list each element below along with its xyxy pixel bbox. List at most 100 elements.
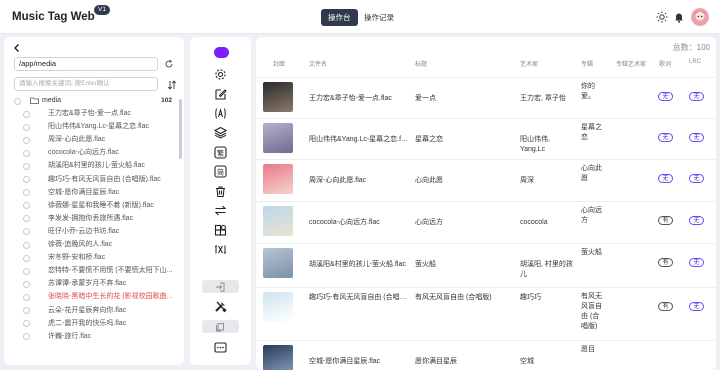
table-row[interactable]: 胡溪阳&村里的孩儿-萤火船.flac 萤火船 胡溪阳, 村里的孩儿 萤火船有无 bbox=[256, 243, 716, 285]
col-header-lrc[interactable]: LRC bbox=[689, 59, 701, 65]
search-input[interactable]: 请输入搜索关键词, 按Enter确认 bbox=[14, 77, 158, 91]
lrc-badge[interactable]: 无 bbox=[689, 92, 704, 101]
lyrics-badge[interactable]: 有 bbox=[658, 216, 673, 225]
file-row[interactable]: 周深-心向此愿.flac bbox=[4, 133, 178, 146]
table-row[interactable]: 趣巧巧-有风无风盲自由 (合唱版).flac 有风无风盲自由 (合唱版) 趣巧巧 有风… bbox=[256, 287, 716, 330]
login-button[interactable] bbox=[202, 280, 239, 293]
file-row[interactable]: 宋冬野-安和桥.flac bbox=[4, 251, 178, 264]
file-row[interactable]: 许巍-旅行.flac bbox=[4, 330, 178, 343]
path-input[interactable]: /app/media bbox=[14, 57, 158, 71]
file-checkbox[interactable] bbox=[23, 228, 30, 236]
cell-filename: 趣巧巧-有风无风盲自由 (合唱版).flac bbox=[309, 294, 409, 301]
file-row[interactable]: 王力宏&章子怡-爱一点.flac bbox=[4, 107, 178, 120]
album-cover bbox=[263, 82, 293, 112]
file-checkbox[interactable] bbox=[23, 123, 30, 131]
lyrics-badge[interactable]: 有 bbox=[658, 258, 673, 267]
scrollbar[interactable] bbox=[179, 99, 182, 159]
tools-icon[interactable] bbox=[214, 300, 227, 313]
file-row[interactable]: 苏谭谭-承蒙岁月不弃.flac bbox=[4, 277, 178, 290]
file-row[interactable]: 空城-愿你满目星辰.flac bbox=[4, 186, 178, 199]
copy-button[interactable] bbox=[202, 320, 239, 333]
table-row[interactable]: 王力宏&章子怡-爱一点.flac 爱一点 王力宏, 章子怡 你的爱。无 无 bbox=[256, 77, 716, 119]
col-header-lyrics[interactable]: 歌词 bbox=[659, 59, 671, 68]
puzzle-icon[interactable] bbox=[214, 224, 227, 237]
chevron-left-icon[interactable] bbox=[12, 43, 22, 53]
file-row[interactable]: 云朵-花开星辰奔向你.flac bbox=[4, 304, 178, 317]
lrc-badge[interactable]: 无 bbox=[689, 258, 704, 267]
file-checkbox[interactable] bbox=[23, 202, 30, 210]
file-name: 趣巧巧-有风无风盲自由 (合唱版).flac bbox=[48, 175, 161, 183]
file-checkbox[interactable] bbox=[23, 293, 30, 301]
lrc-badge[interactable]: 无 bbox=[689, 174, 704, 183]
refresh-icon[interactable] bbox=[164, 59, 174, 69]
file-checkbox[interactable] bbox=[23, 136, 30, 144]
translate-icon[interactable] bbox=[214, 243, 227, 256]
lrc-badge[interactable]: 无 bbox=[689, 133, 704, 142]
bell-icon[interactable] bbox=[673, 11, 685, 23]
lyrics-badge[interactable]: 无 bbox=[658, 174, 673, 183]
table-row[interactable]: 阳山伟伟&Yang.Lc-星幕之恋.flac 星幕之恋 阳山伟伟, Yang.Lc 星… bbox=[256, 118, 716, 160]
file-row[interactable]: 胡溪阳&村里的孩儿-萤火船.flac bbox=[4, 159, 178, 172]
file-name: 张晓晓-黑暗中生长的花 (影视校园歌曲... bbox=[48, 293, 172, 301]
lyrics-badge[interactable]: 有 bbox=[658, 302, 673, 311]
folder-name: media bbox=[42, 97, 62, 104]
file-row[interactable]: 恋特特-不要慌不用慌 (不要慌太阳下山... bbox=[4, 264, 178, 277]
file-checkbox[interactable] bbox=[23, 215, 30, 223]
simplified-chinese-icon[interactable]: 简 bbox=[214, 165, 227, 178]
layers-icon[interactable] bbox=[214, 126, 227, 139]
traditional-chinese-icon[interactable]: 繁 bbox=[214, 146, 227, 159]
file-checkbox[interactable] bbox=[23, 189, 30, 197]
tab-history[interactable]: 操作记录 bbox=[357, 9, 401, 26]
folder-row[interactable]: media 102 bbox=[4, 94, 178, 107]
svg-text:繁: 繁 bbox=[217, 148, 224, 157]
file-row[interactable]: 徐薇-追晚风的人.flac bbox=[4, 238, 178, 251]
file-row[interactable]: 徐薇娜-星星和我睡不着 (新版).flac bbox=[4, 199, 178, 212]
swap-icon[interactable] bbox=[214, 204, 227, 217]
edit-icon[interactable] bbox=[214, 88, 227, 101]
version-badge: V1 bbox=[94, 5, 110, 15]
cell-artist: 阳山伟伟, Yang.Lc bbox=[520, 136, 550, 153]
file-name: 恋特特-不要慌不用慌 (不要慌太阳下山... bbox=[48, 267, 172, 275]
settings-icon[interactable] bbox=[214, 68, 227, 81]
file-checkbox[interactable] bbox=[23, 267, 30, 275]
file-checkbox[interactable] bbox=[23, 333, 30, 341]
text-format-icon[interactable] bbox=[214, 107, 227, 120]
col-header-title[interactable]: 标题 bbox=[415, 59, 427, 68]
sort-icon[interactable] bbox=[167, 80, 177, 90]
file-row[interactable]: 李发发-拥抱你丢旅所遇.flac bbox=[4, 212, 178, 225]
avatar[interactable] bbox=[691, 8, 709, 26]
col-header-artist[interactable]: 艺术家 bbox=[520, 59, 538, 68]
file-checkbox[interactable] bbox=[23, 254, 30, 262]
lyrics-badge[interactable]: 无 bbox=[658, 92, 673, 101]
folder-checkbox[interactable] bbox=[14, 97, 21, 105]
file-checkbox[interactable] bbox=[23, 110, 30, 118]
album-cover bbox=[263, 123, 293, 153]
file-checkbox[interactable] bbox=[23, 241, 30, 249]
file-checkbox[interactable] bbox=[23, 162, 30, 170]
file-row[interactable]: cococola-心向远方.flac bbox=[4, 146, 178, 159]
more-icon[interactable] bbox=[214, 341, 227, 354]
table-row[interactable]: 周深-心向此愿.flac 心向此愿 周深 心向此愿无无 bbox=[256, 159, 716, 201]
col-header-filename[interactable]: 文件名 bbox=[309, 59, 327, 68]
col-header-album[interactable]: 专辑 bbox=[581, 59, 593, 68]
table-row[interactable]: cococola-心向远方.flac 心向远方 cococola 心向远方有无 bbox=[256, 201, 716, 243]
file-row[interactable]: 旺仔小乔-云边书坊.flac bbox=[4, 225, 178, 238]
col-header-album-artist[interactable]: 专辑艺术家 bbox=[616, 59, 646, 68]
lyrics-badge[interactable]: 无 bbox=[658, 133, 673, 142]
file-row[interactable]: 阳山伟伟&Yang.Lc-星幕之恋.flac bbox=[4, 120, 178, 133]
lrc-badge[interactable]: 无 bbox=[689, 216, 704, 225]
trash-icon[interactable] bbox=[214, 185, 227, 198]
file-row[interactable]: 张晓晓-黑暗中生长的花 (影视校园歌曲... bbox=[4, 290, 178, 303]
file-row[interactable]: 虎二-震开我的快乐吗.flac bbox=[4, 317, 178, 330]
file-checkbox[interactable] bbox=[23, 280, 30, 288]
table-row[interactable]: 空城-愿你满目星辰.flac 愿你满目星辰 空城 愿目 bbox=[256, 340, 716, 370]
file-checkbox[interactable] bbox=[23, 149, 30, 157]
action-toolbar: 繁 简 bbox=[190, 37, 251, 365]
file-checkbox[interactable] bbox=[23, 320, 30, 328]
lrc-badge[interactable]: 无 bbox=[689, 302, 704, 311]
file-checkbox[interactable] bbox=[23, 307, 30, 314]
file-checkbox[interactable] bbox=[23, 176, 30, 184]
tab-console[interactable]: 操作台 bbox=[321, 9, 358, 26]
file-row[interactable]: 趣巧巧-有风无风盲自由 (合唱版).flac bbox=[4, 173, 178, 186]
theme-sun-icon[interactable] bbox=[656, 11, 668, 23]
